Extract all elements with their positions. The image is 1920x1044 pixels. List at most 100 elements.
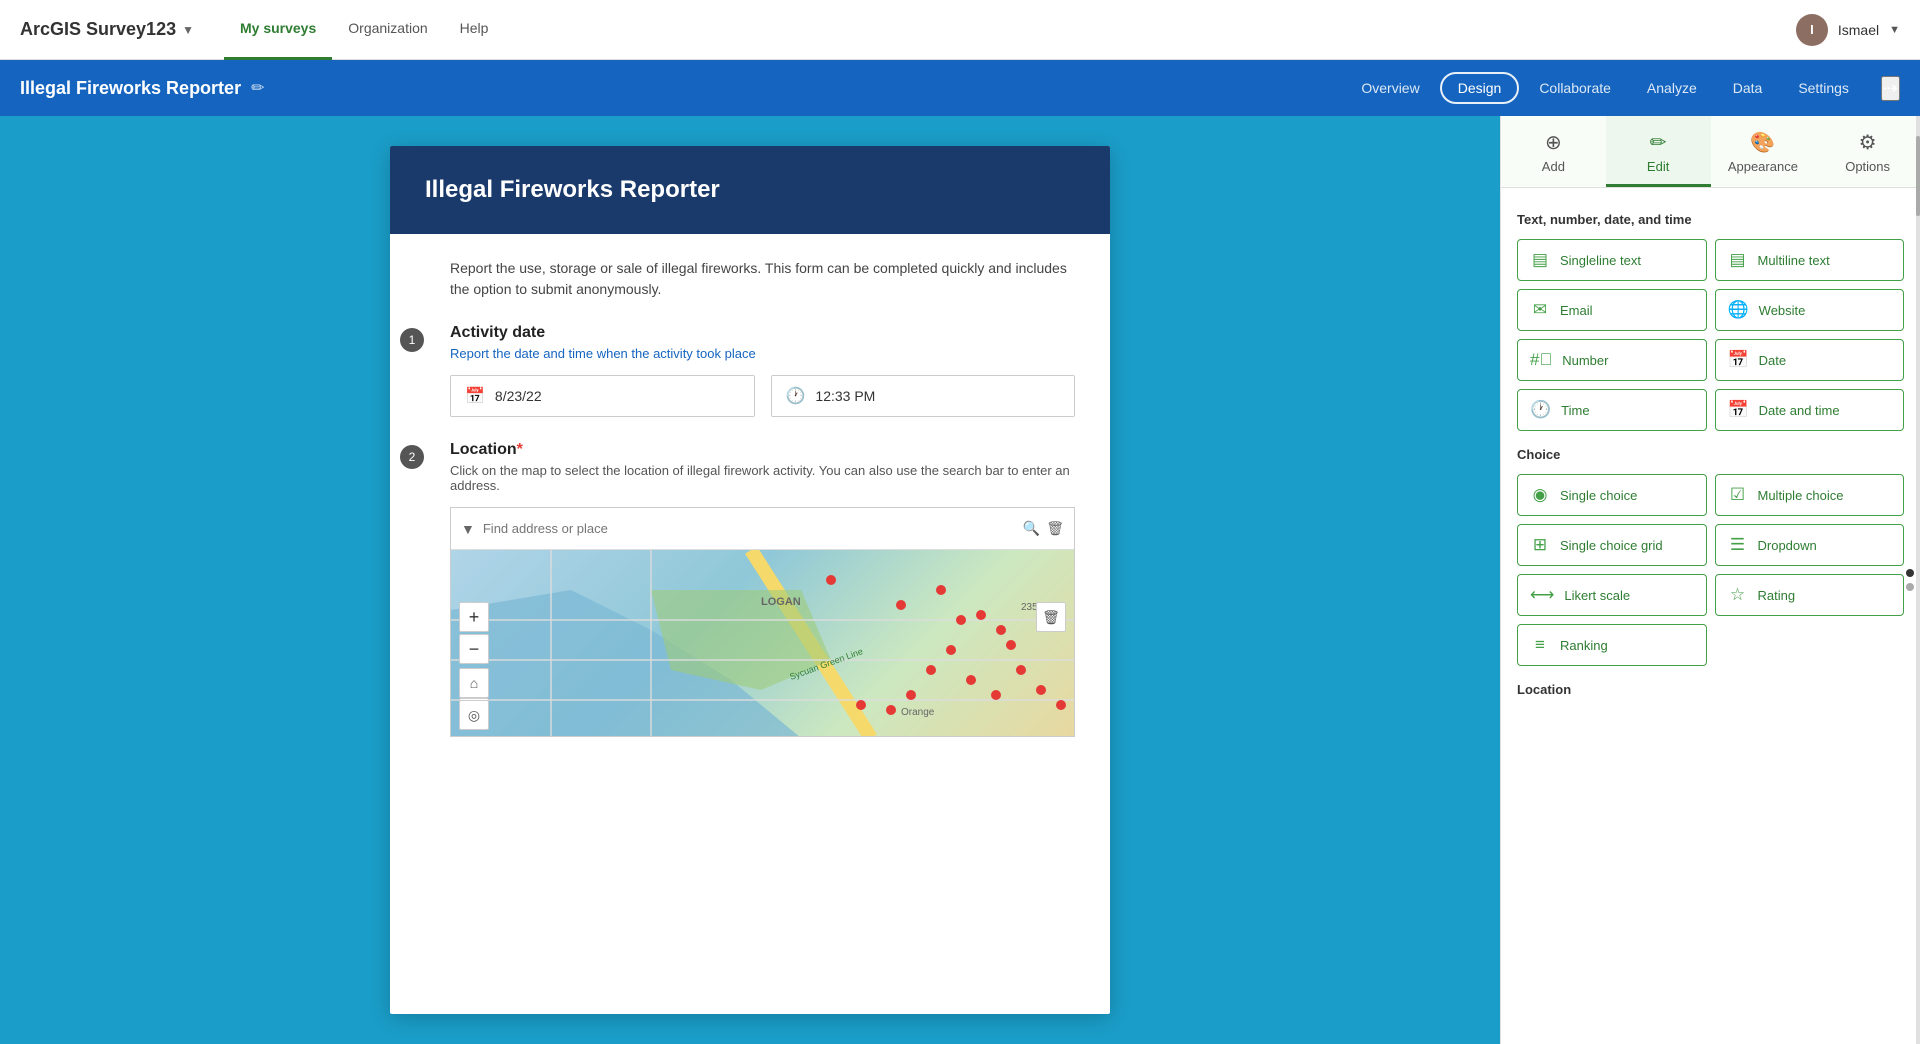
edit-tab-icon: ✏ [1650,130,1667,155]
map-container[interactable]: ▼ 🔍 🗑 [450,507,1075,737]
ranking-icon: ≡ [1530,635,1550,655]
number-icon: #⃣ [1530,350,1552,370]
clock-icon: 🕐 [786,386,806,406]
survey-title-edit-button[interactable]: ✏ [251,78,264,98]
panel-content: Text, number, date, and time ▤ Singlelin… [1501,188,1920,725]
rating-icon: ☆ [1728,585,1748,605]
choice-widgets-grid: ◉ Single choice ☑ Multiple choice ⊞ Sing… [1517,474,1904,666]
survey-title-text: Illegal Fireworks Reporter [20,78,241,99]
map-dropdown-icon[interactable]: ▼ [461,521,475,537]
map-zoom-out-button[interactable]: − [459,634,489,664]
survey-title-bar: Illegal Fireworks Reporter ✏ [20,78,1345,99]
edit-tab-label: Edit [1647,159,1669,174]
widget-multiple-choice[interactable]: ☑ Multiple choice [1715,474,1905,516]
email-label: Email [1560,303,1593,318]
dropdown-label: Dropdown [1758,538,1817,553]
widget-singleline-text[interactable]: ▤ Singleline text [1517,239,1707,281]
survey-form-body: Report the use, storage or sale of illeg… [390,234,1110,785]
dropdown-icon: ☰ [1728,535,1748,555]
number-label: Number [1562,353,1608,368]
widget-date-and-time[interactable]: 📅 Date and time [1715,389,1905,431]
sublabel-link-1[interactable]: activity took place [653,346,756,361]
date-input[interactable]: 📅 8/23/22 [450,375,755,417]
svg-text:Orange: Orange [901,707,935,718]
svg-text:LOGAN: LOGAN [761,596,801,608]
required-star: * [517,441,523,458]
widget-time[interactable]: 🕐 Time [1517,389,1707,431]
map-search-icon[interactable]: 🔍 [1023,520,1040,537]
widget-multiline-text[interactable]: ▤ Multiline text [1715,239,1905,281]
section-choice-label: Choice [1517,447,1904,462]
multiline-text-icon: ▤ [1728,250,1748,270]
widget-email[interactable]: ✉ Email [1517,289,1707,331]
website-icon: 🌐 [1728,300,1749,320]
widget-date[interactable]: 📅 Date [1715,339,1905,381]
widget-number[interactable]: #⃣ Number [1517,339,1707,381]
top-nav: ArcGIS Survey123 ▼ My surveys Organizati… [0,0,1920,60]
survey-nav-data[interactable]: Data [1717,74,1779,102]
widget-rating[interactable]: ☆ Rating [1715,574,1905,616]
map-delete-icon[interactable]: 🗑 [1046,520,1064,537]
ranking-label: Ranking [1560,638,1608,653]
date-and-time-label: Date and time [1759,403,1840,418]
survey-form: Illegal Fireworks Reporter Report the us… [390,146,1110,1014]
date-and-time-icon: 📅 [1728,400,1749,420]
map-locate-button[interactable]: ◎ [459,700,489,730]
survey-nav-design[interactable]: Design [1440,72,1520,104]
widget-single-choice-grid[interactable]: ⊞ Single choice grid [1517,524,1707,566]
nav-link-organization[interactable]: Organization [332,0,443,60]
multiline-text-label: Multiline text [1758,253,1830,268]
widget-likert-scale[interactable]: ⟷ Likert scale [1517,574,1707,616]
survey-form-header: Illegal Fireworks Reporter [390,146,1110,234]
appearance-tab-icon: 🎨 [1750,130,1775,155]
map-search-input[interactable] [475,521,1023,536]
sublabel-plain-1: Report the date and time when the [450,346,653,361]
appearance-tab-label: Appearance [1728,159,1798,174]
email-icon: ✉ [1530,300,1550,320]
question-block-1: 1 Activity date Report the date and time… [450,324,1075,417]
single-choice-grid-label: Single choice grid [1560,538,1663,553]
tab-options[interactable]: ⚙ Options [1815,116,1920,187]
date-time-row: 📅 8/23/22 🕐 12:33 PM [450,375,1075,417]
survey-nav-settings[interactable]: Settings [1782,74,1865,102]
map-home-button[interactable]: ⌂ [459,668,489,698]
calendar-icon: 📅 [465,386,485,406]
widget-single-choice[interactable]: ◉ Single choice [1517,474,1707,516]
user-name[interactable]: Ismael [1838,22,1879,38]
date-label: Date [1759,353,1786,368]
question-sublabel-2: Click on the map to select the location … [450,463,1075,493]
survey-canvas: Illegal Fireworks Reporter Report the us… [0,116,1500,1044]
map-body[interactable]: LOGAN Orange 235 [451,550,1074,736]
rating-label: Rating [1758,588,1796,603]
time-input[interactable]: 🕐 12:33 PM [771,375,1076,417]
widget-dropdown[interactable]: ☰ Dropdown [1715,524,1905,566]
share-button[interactable]: ⇢ [1881,76,1900,101]
scrollbar-thumb[interactable] [1916,136,1920,216]
app-title-text: ArcGIS Survey123 [20,19,176,40]
widget-website[interactable]: 🌐 Website [1715,289,1905,331]
date-icon: 📅 [1728,350,1749,370]
likert-scale-label: Likert scale [1564,588,1630,603]
map-trash-button[interactable]: 🗑 [1036,602,1066,632]
survey-nav-overview[interactable]: Overview [1345,74,1435,102]
map-search-bar: ▼ 🔍 🗑 [451,508,1074,550]
time-value: 12:33 PM [815,388,875,404]
map-zoom-in-button[interactable]: + [459,602,489,632]
nav-link-my-surveys[interactable]: My surveys [224,0,332,60]
survey-nav-analyze[interactable]: Analyze [1631,74,1713,102]
time-label: Time [1561,403,1589,418]
widget-ranking[interactable]: ≡ Ranking [1517,624,1707,666]
survey-nav-collaborate[interactable]: Collaborate [1523,74,1627,102]
survey-form-title: Illegal Fireworks Reporter [425,176,1075,204]
tab-edit[interactable]: ✏ Edit [1606,116,1711,187]
app-title-caret[interactable]: ▼ [182,23,194,37]
likert-scale-icon: ⟷ [1530,585,1554,605]
question-block-2: 2 Location* Click on the map to select t… [450,441,1075,737]
nav-link-help[interactable]: Help [444,0,505,60]
tab-add[interactable]: ⊕ Add [1501,116,1606,187]
tab-appearance[interactable]: 🎨 Appearance [1711,116,1816,187]
single-choice-grid-icon: ⊞ [1530,535,1550,555]
time-icon: 🕐 [1530,400,1551,420]
user-caret-icon[interactable]: ▼ [1889,24,1900,36]
options-tab-label: Options [1845,159,1890,174]
